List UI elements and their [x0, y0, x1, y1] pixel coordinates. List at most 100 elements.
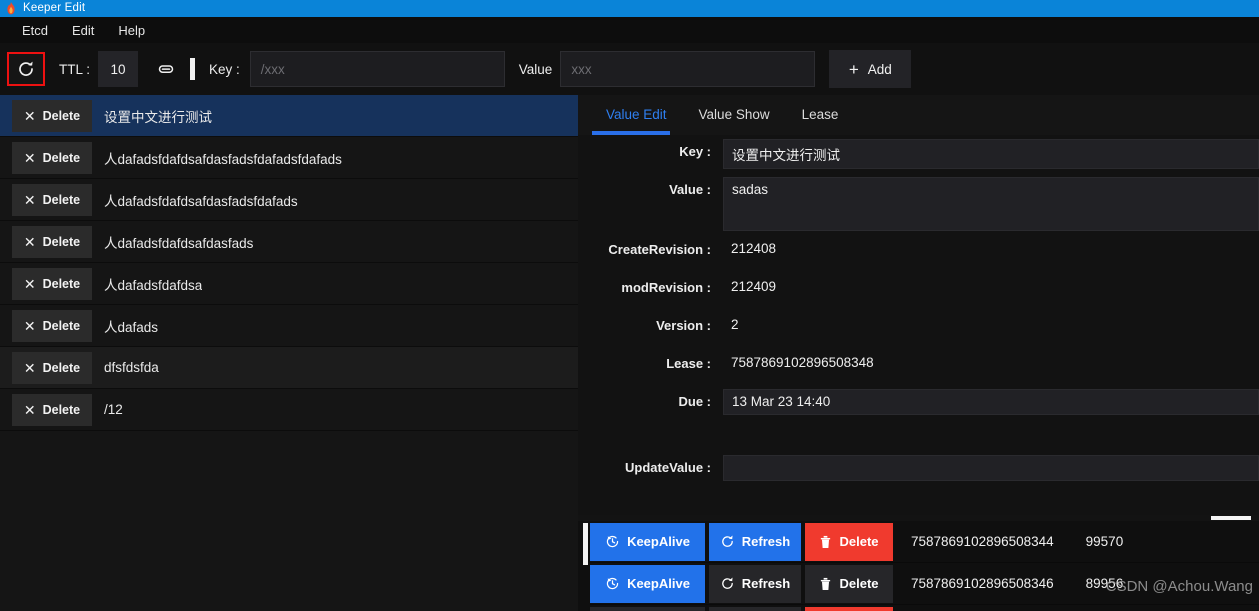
toolbar: TTL : 10 Key : /xxx Value xxx + Add	[0, 43, 1259, 95]
app-window: Keeper Edit Etcd Edit Help TTL : 10 Key …	[0, 0, 1259, 611]
key-list-row[interactable]: ✕ Delete /12	[0, 389, 578, 431]
field-value-input[interactable]: sadas	[723, 177, 1259, 231]
keepalive-button[interactable]: KeepAlive	[590, 606, 705, 611]
keepalive-button-label: KeepAlive	[627, 534, 690, 549]
delete-button[interactable]: ✕ Delete	[12, 183, 92, 216]
refresh-button[interactable]: Refresh	[709, 564, 801, 603]
field-value-label: Value :	[669, 182, 711, 197]
menu-help[interactable]: Help	[106, 20, 157, 41]
delete-button-label: Delete	[42, 108, 81, 123]
add-button[interactable]: + Add	[829, 50, 912, 88]
refresh-button-label: Refresh	[741, 534, 791, 549]
delete-button-label: Delete	[42, 234, 81, 249]
key-list-row[interactable]: ✕ Delete 人dafadsfdafdsafdasfadsfdafadsfd…	[0, 137, 578, 179]
horizontal-scrollbar-thumb[interactable]	[1211, 516, 1251, 520]
close-x-icon: ✕	[23, 233, 36, 250]
lease-row: KeepAlive Refresh	[590, 605, 1259, 611]
detail-form: Key : 设置中文进行测试 Value : sadas CreateRevis…	[578, 135, 1259, 487]
lease-ttl: 89956	[1085, 576, 1124, 591]
delete-button[interactable]: ✕ Delete	[12, 351, 92, 384]
field-createrevision-label: CreateRevision :	[608, 242, 711, 257]
text-cursor	[190, 58, 196, 80]
key-list-row[interactable]: ✕ Delete 设置中文进行测试	[0, 95, 578, 137]
delete-button-label: Delete	[42, 318, 81, 333]
close-x-icon: ✕	[23, 149, 36, 166]
field-lease-value: 7587869102896508348	[731, 355, 874, 370]
ttl-input[interactable]: 10	[98, 51, 139, 87]
keepalive-button[interactable]: KeepAlive	[590, 564, 705, 603]
close-x-icon: ✕	[23, 359, 36, 376]
field-due-label: Due :	[678, 394, 712, 409]
refresh-button[interactable]	[7, 52, 45, 86]
field-modrevision: modRevision : 212409	[578, 275, 1259, 307]
delete-button-label: Delete	[42, 402, 81, 417]
field-updatevalue-label: UpdateValue :	[625, 460, 711, 475]
delete-button[interactable]: ✕ Delete	[12, 141, 92, 174]
key-list-row-label: 人dafadsfdafdsafdasfadsfdafadsfdafads	[104, 151, 342, 167]
menu-edit[interactable]: Edit	[60, 20, 106, 41]
lease-row: KeepAlive Refresh	[590, 563, 1259, 605]
field-createrevision: CreateRevision : 212408	[578, 237, 1259, 269]
key-list-row[interactable]: ✕ Delete 人dafadsfdafdsafdasfadsfdafads	[0, 179, 578, 221]
lease-row: KeepAlive Refresh	[590, 521, 1259, 563]
key-list-row-label: 设置中文进行测试	[104, 109, 212, 125]
title-bar: Keeper Edit	[0, 0, 1259, 17]
field-due: Due : 13 Mar 23 14:40	[578, 389, 1259, 421]
delete-button-label: Delete	[42, 150, 81, 165]
close-x-icon: ✕	[23, 275, 36, 292]
field-lease: Lease : 7587869102896508348	[578, 351, 1259, 383]
tab-value-edit[interactable]: Value Edit	[590, 95, 683, 135]
flame-icon	[5, 2, 17, 15]
key-list-row[interactable]: ✕ Delete dfsfdsfda	[0, 347, 578, 389]
key-list-row[interactable]: ✕ Delete 人dafads	[0, 305, 578, 347]
menu-etcd[interactable]: Etcd	[10, 20, 60, 41]
field-updatevalue: UpdateValue :	[578, 455, 1259, 487]
trash-icon	[819, 534, 832, 549]
value-input[interactable]: xxx	[560, 51, 816, 87]
refresh-button[interactable]: Refresh	[709, 522, 801, 561]
add-button-label: Add	[867, 61, 892, 77]
field-key: Key : 设置中文进行测试	[578, 139, 1259, 171]
field-modrevision-value: 212409	[731, 279, 777, 294]
refresh-button-label: Refresh	[741, 576, 791, 591]
key-list-row[interactable]: ✕ Delete 人dafadsfdafdsafdasfads	[0, 221, 578, 263]
keepalive-button-label: KeepAlive	[627, 576, 690, 591]
keepalive-button[interactable]: KeepAlive	[590, 522, 705, 561]
delete-button-label: Delete	[42, 360, 81, 375]
delete-button[interactable]: Delete	[805, 564, 893, 603]
menu-bar: Etcd Edit Help	[0, 17, 1259, 43]
delete-button[interactable]: ✕ Delete	[12, 393, 92, 426]
tab-lease[interactable]: Lease	[786, 95, 855, 135]
delete-button[interactable]: ✕ Delete	[12, 267, 92, 300]
window-title: Keeper Edit	[23, 2, 86, 14]
key-input-placeholder: /xxx	[260, 61, 285, 77]
delete-button[interactable]: ✕ Delete	[12, 99, 92, 132]
field-updatevalue-input[interactable]	[723, 455, 1259, 481]
clock-refresh-icon	[605, 576, 620, 591]
value-input-placeholder: xxx	[571, 61, 592, 77]
paperclip-icon[interactable]	[156, 58, 178, 80]
close-x-icon: ✕	[23, 401, 36, 418]
detail-tabs: Value Edit Value Show Lease	[578, 95, 1259, 135]
key-list[interactable]: ✕ Delete 设置中文进行测试 ✕ Delete 人dafadsfdafds…	[0, 95, 578, 611]
field-modrevision-label: modRevision :	[621, 280, 711, 295]
delete-button-label: Delete	[42, 276, 81, 291]
delete-button[interactable]: ✕ Delete	[12, 225, 92, 258]
delete-button[interactable]: ✕ Delete	[12, 309, 92, 342]
key-list-row[interactable]: ✕ Delete 人dafadsfdafdsa	[0, 263, 578, 305]
key-list-row-label: 人dafads	[104, 319, 159, 335]
field-due-input[interactable]: 13 Mar 23 14:40	[723, 389, 1259, 415]
close-x-icon: ✕	[23, 191, 36, 208]
refresh-button[interactable]: Refresh	[709, 606, 801, 611]
tab-value-show[interactable]: Value Show	[683, 95, 786, 135]
key-list-row-label: dfsfdsfda	[104, 360, 159, 375]
key-input[interactable]: /xxx	[249, 51, 505, 87]
field-key-input[interactable]: 设置中文进行测试	[723, 139, 1259, 169]
delete-button[interactable]: Delete	[805, 522, 893, 561]
field-key-label: Key :	[679, 144, 711, 159]
delete-button[interactable]: Delete	[805, 606, 893, 611]
refresh-icon	[16, 59, 36, 79]
field-version-label: Version :	[656, 318, 711, 333]
vertical-scrollbar-thumb[interactable]	[583, 523, 588, 565]
key-list-row-label: 人dafadsfdafdsafdasfads	[104, 235, 254, 251]
